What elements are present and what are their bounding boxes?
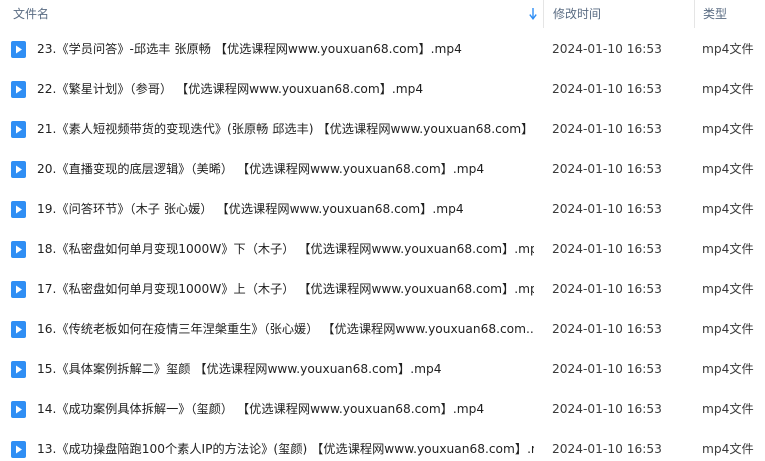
video-file-icon <box>11 81 26 98</box>
video-file-icon <box>11 161 26 178</box>
file-type: mp4文件 <box>702 322 754 336</box>
file-row[interactable]: 17.《私密盘如何单月变现1000W》上（木子） 【优选课程网www.youxu… <box>0 269 765 309</box>
file-explorer: 文件名 修改时间 类型 23.《学员问答》-邱选丰 张原畅 【优选课程网www.… <box>0 0 765 461</box>
file-type: mp4文件 <box>702 162 754 176</box>
file-date: 2024-01-10 16:53 <box>552 362 662 376</box>
file-type: mp4文件 <box>702 42 754 56</box>
file-name: 22.《繁星计划》（参哥） 【优选课程网www.youxuan68.com】.m… <box>37 82 424 96</box>
file-row[interactable]: 20.《直播变现的底层逻辑》（美晞） 【优选课程网www.youxuan68.c… <box>0 149 765 189</box>
column-header-name-label: 文件名 <box>13 7 50 21</box>
file-name: 19.《问答环节》（木子 张心媛） 【优选课程网www.youxuan68.co… <box>37 202 464 216</box>
sort-down-arrow-icon[interactable] <box>529 7 537 21</box>
video-file-icon <box>11 441 26 458</box>
video-file-icon <box>11 401 26 418</box>
file-date: 2024-01-10 16:53 <box>552 42 662 56</box>
column-header-type-label: 类型 <box>703 7 728 21</box>
column-header-name[interactable]: 文件名 <box>0 0 543 28</box>
file-date: 2024-01-10 16:53 <box>552 202 662 216</box>
file-name: 17.《私密盘如何单月变现1000W》上（木子） 【优选课程网www.youxu… <box>37 282 534 296</box>
column-header-date-label: 修改时间 <box>553 7 602 21</box>
file-type: mp4文件 <box>702 362 754 376</box>
file-row[interactable]: 22.《繁星计划》（参哥） 【优选课程网www.youxuan68.com】.m… <box>0 69 765 109</box>
file-date: 2024-01-10 16:53 <box>552 242 662 256</box>
video-file-icon <box>11 41 26 58</box>
file-row[interactable]: 16.《传统老板如何在疫情三年涅槃重生》（张心媛） 【优选课程网www.youx… <box>0 309 765 349</box>
file-date: 2024-01-10 16:53 <box>552 162 662 176</box>
video-file-icon <box>11 241 26 258</box>
file-name: 13.《成功操盘陪跑100个素人IP的方法论》(玺颜) 【优选课程网www.yo… <box>37 442 534 456</box>
column-header-type[interactable]: 类型 <box>694 0 765 28</box>
file-row[interactable]: 23.《学员问答》-邱选丰 张原畅 【优选课程网www.youxuan68.co… <box>0 29 765 69</box>
file-name: 23.《学员问答》-邱选丰 张原畅 【优选课程网www.youxuan68.co… <box>37 42 462 56</box>
file-date: 2024-01-10 16:53 <box>552 282 662 296</box>
file-type: mp4文件 <box>702 202 754 216</box>
file-name: 15.《具体案例拆解二》玺颜 【优选课程网www.youxuan68.com】.… <box>37 362 442 376</box>
file-row[interactable]: 19.《问答环节》（木子 张心媛） 【优选课程网www.youxuan68.co… <box>0 189 765 229</box>
file-list: 23.《学员问答》-邱选丰 张原畅 【优选课程网www.youxuan68.co… <box>0 29 765 461</box>
file-type: mp4文件 <box>702 402 754 416</box>
file-row[interactable]: 13.《成功操盘陪跑100个素人IP的方法论》(玺颜) 【优选课程网www.yo… <box>0 429 765 461</box>
file-row[interactable]: 15.《具体案例拆解二》玺颜 【优选课程网www.youxuan68.com】.… <box>0 349 765 389</box>
video-file-icon <box>11 281 26 298</box>
video-file-icon <box>11 201 26 218</box>
video-file-icon <box>11 321 26 338</box>
file-row[interactable]: 18.《私密盘如何单月变现1000W》下（木子） 【优选课程网www.youxu… <box>0 229 765 269</box>
file-name: 21.《素人短视频带货的变现迭代》(张原畅 邱选丰) 【优选课程网www.you… <box>37 122 534 136</box>
file-name: 20.《直播变现的底层逻辑》（美晞） 【优选课程网www.youxuan68.c… <box>37 162 485 176</box>
file-date: 2024-01-10 16:53 <box>552 402 662 416</box>
file-date: 2024-01-10 16:53 <box>552 82 662 96</box>
column-header-bar: 文件名 修改时间 类型 <box>0 0 765 28</box>
file-row[interactable]: 14.《成功案例具体拆解一》（玺颜） 【优选课程网www.youxuan68.c… <box>0 389 765 429</box>
file-type: mp4文件 <box>702 82 754 96</box>
file-name: 16.《传统老板如何在疫情三年涅槃重生》（张心媛） 【优选课程网www.youx… <box>37 322 534 336</box>
file-type: mp4文件 <box>702 282 754 296</box>
video-file-icon <box>11 121 26 138</box>
file-date: 2024-01-10 16:53 <box>552 122 662 136</box>
file-name: 18.《私密盘如何单月变现1000W》下（木子） 【优选课程网www.youxu… <box>37 242 534 256</box>
column-header-date[interactable]: 修改时间 <box>543 0 694 28</box>
file-type: mp4文件 <box>702 442 754 456</box>
file-name: 14.《成功案例具体拆解一》（玺颜） 【优选课程网www.youxuan68.c… <box>37 402 485 416</box>
video-file-icon <box>11 361 26 378</box>
file-type: mp4文件 <box>702 122 754 136</box>
file-type: mp4文件 <box>702 242 754 256</box>
file-date: 2024-01-10 16:53 <box>552 322 662 336</box>
file-date: 2024-01-10 16:53 <box>552 442 662 456</box>
file-row[interactable]: 21.《素人短视频带货的变现迭代》(张原畅 邱选丰) 【优选课程网www.you… <box>0 109 765 149</box>
